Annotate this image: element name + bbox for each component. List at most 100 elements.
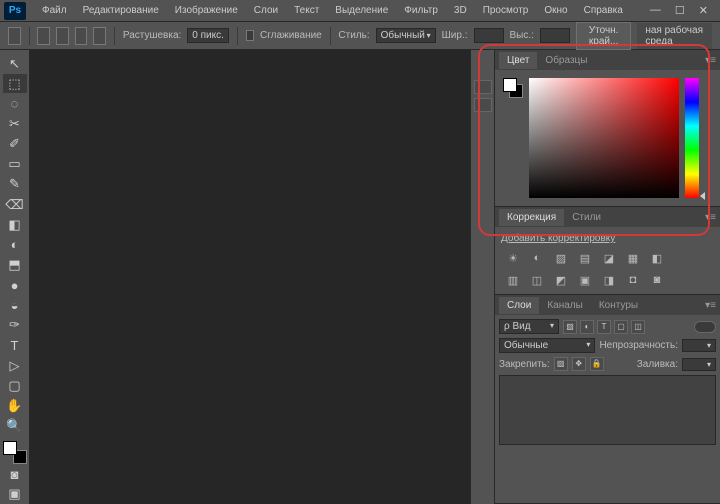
minimize-button[interactable]: — — [650, 4, 661, 17]
stamp-tool[interactable]: ⌫ — [3, 195, 27, 214]
feather-input[interactable] — [187, 28, 229, 43]
menu-view[interactable]: Просмотр — [475, 2, 537, 19]
menu-file[interactable]: Файл — [34, 2, 75, 19]
quickmask-toggle[interactable]: ◙ — [3, 465, 27, 484]
pen-tool[interactable]: ✑ — [3, 316, 27, 335]
adj-curves-icon[interactable]: ▨ — [553, 252, 569, 266]
fill-input[interactable] — [682, 358, 716, 371]
adj-channel-mixer-icon[interactable]: ◫ — [529, 274, 545, 288]
tab-styles[interactable]: Стили — [564, 209, 609, 226]
tab-color[interactable]: Цвет — [499, 52, 537, 69]
selection-add-icon[interactable] — [56, 27, 69, 45]
menu-filter[interactable]: Фильтр — [396, 2, 446, 19]
style-select[interactable]: Обычный — [376, 28, 436, 43]
tool-preset-icon[interactable] — [8, 27, 21, 45]
hue-slider[interactable] — [685, 78, 699, 198]
maximize-button[interactable]: ☐ — [675, 4, 685, 17]
color-field[interactable] — [529, 78, 679, 198]
opacity-input[interactable] — [682, 339, 716, 352]
tab-swatches[interactable]: Образцы — [537, 52, 595, 69]
gradient-tool[interactable]: ⬒ — [3, 255, 27, 274]
workspace-switcher[interactable]: ная рабочая среда — [637, 23, 712, 49]
foreground-swatch[interactable] — [3, 441, 17, 455]
menu-text[interactable]: Текст — [286, 2, 327, 19]
lock-all-icon[interactable]: 🔒 — [590, 357, 604, 371]
menu-help[interactable]: Справка — [576, 2, 631, 19]
filter-shape-icon[interactable]: ▢ — [614, 320, 628, 334]
move-tool[interactable]: ↖ — [3, 54, 27, 73]
menu-layers[interactable]: Слои — [246, 2, 286, 19]
lock-pixels-icon[interactable]: ▨ — [554, 357, 568, 371]
canvas[interactable] — [30, 50, 470, 504]
hand-tool[interactable]: ✋ — [3, 396, 27, 415]
add-adjustment-link[interactable]: Добавить корректировку — [501, 233, 615, 244]
screenmode-toggle[interactable]: ▣ — [3, 485, 27, 504]
tab-layers[interactable]: Слои — [499, 297, 539, 314]
adj-invert-icon[interactable]: ▣ — [577, 274, 593, 288]
eyedropper-tool[interactable]: ✐ — [3, 135, 27, 154]
tab-paths[interactable]: Контуры — [591, 297, 646, 314]
refine-edge-button[interactable]: Уточн. край... — [576, 22, 631, 50]
layer-kind-filter[interactable]: ρ Вид — [499, 319, 559, 334]
filter-toggle[interactable] — [694, 321, 716, 333]
blend-mode-select[interactable]: Обычные — [499, 338, 595, 353]
close-button[interactable]: ✕ — [699, 4, 708, 17]
eraser-tool[interactable]: ◐ — [3, 235, 27, 254]
antialias-checkbox[interactable] — [246, 30, 254, 41]
lasso-tool[interactable]: ◌ — [3, 94, 27, 113]
marquee-tool[interactable]: ⬚ — [3, 74, 27, 93]
menu-edit[interactable]: Редактирование — [75, 2, 167, 19]
adjust-panel-menu[interactable]: ▾≡ — [705, 212, 716, 223]
filter-smart-icon[interactable]: ◫ — [631, 320, 645, 334]
adj-brightness-icon[interactable]: ☀ — [505, 252, 521, 266]
history-brush-tool[interactable]: ◧ — [3, 215, 27, 234]
tab-adjustments[interactable]: Коррекция — [499, 209, 564, 226]
dock-icon-2[interactable] — [474, 98, 492, 112]
filter-pixel-icon[interactable]: ▨ — [563, 320, 577, 334]
path-select-tool[interactable]: ▷ — [3, 356, 27, 375]
zoom-tool[interactable]: 🔍 — [3, 417, 27, 436]
layer-list[interactable] — [499, 375, 716, 445]
dodge-tool[interactable]: ◒ — [3, 296, 27, 315]
adj-threshold-icon[interactable]: ◘ — [625, 274, 641, 288]
width-input[interactable] — [474, 28, 504, 43]
blur-tool[interactable]: ● — [3, 276, 27, 295]
color-swatches[interactable] — [3, 441, 27, 464]
app-logo: Ps — [4, 2, 26, 20]
adj-gradient-map-icon[interactable]: ◙ — [649, 274, 665, 288]
lock-position-icon[interactable]: ✥ — [572, 357, 586, 371]
filter-type-icon[interactable]: T — [597, 320, 611, 334]
tab-channels[interactable]: Каналы — [539, 297, 591, 314]
filter-adjust-icon[interactable]: ◐ — [580, 320, 594, 334]
selection-subtract-icon[interactable] — [75, 27, 88, 45]
panel-color-swatches[interactable] — [503, 78, 523, 98]
color-panel-menu[interactable]: ▾≡ — [705, 55, 716, 66]
panels: Цвет Образцы ▾≡ Коррекция Стили ▾≡ Добав… — [494, 50, 720, 504]
adj-photo-filter-icon[interactable]: ▥ — [505, 274, 521, 288]
adj-lookup-icon[interactable]: ◩ — [553, 274, 569, 288]
menu-select[interactable]: Выделение — [327, 2, 396, 19]
adj-vibrance-icon[interactable]: ◪ — [601, 252, 617, 266]
menu-image[interactable]: Изображение — [167, 2, 246, 19]
shape-tool[interactable]: ▢ — [3, 376, 27, 395]
menu-3d[interactable]: 3D — [446, 2, 475, 19]
width-label: Шир.: — [442, 30, 468, 41]
menu-window[interactable]: Окно — [536, 2, 575, 19]
adj-posterize-icon[interactable]: ◨ — [601, 274, 617, 288]
adj-hue-icon[interactable]: ▦ — [625, 252, 641, 266]
fill-label: Заливка: — [637, 359, 678, 370]
type-tool[interactable]: T — [3, 336, 27, 355]
panel-fg-swatch[interactable] — [503, 78, 517, 92]
layers-panel-menu[interactable]: ▾≡ — [705, 300, 716, 311]
brush-tool[interactable]: ✎ — [3, 175, 27, 194]
adj-exposure-icon[interactable]: ▤ — [577, 252, 593, 266]
selection-new-icon[interactable] — [37, 27, 50, 45]
color-panel: Цвет Образцы ▾≡ — [495, 50, 720, 207]
adj-bw-icon[interactable]: ◧ — [649, 252, 665, 266]
crop-tool[interactable]: ✂ — [3, 114, 27, 133]
healing-tool[interactable]: ▭ — [3, 155, 27, 174]
dock-icon-1[interactable] — [474, 80, 492, 94]
adj-levels-icon[interactable]: ◐ — [529, 252, 545, 266]
selection-intersect-icon[interactable] — [93, 27, 106, 45]
height-input[interactable] — [540, 28, 570, 43]
